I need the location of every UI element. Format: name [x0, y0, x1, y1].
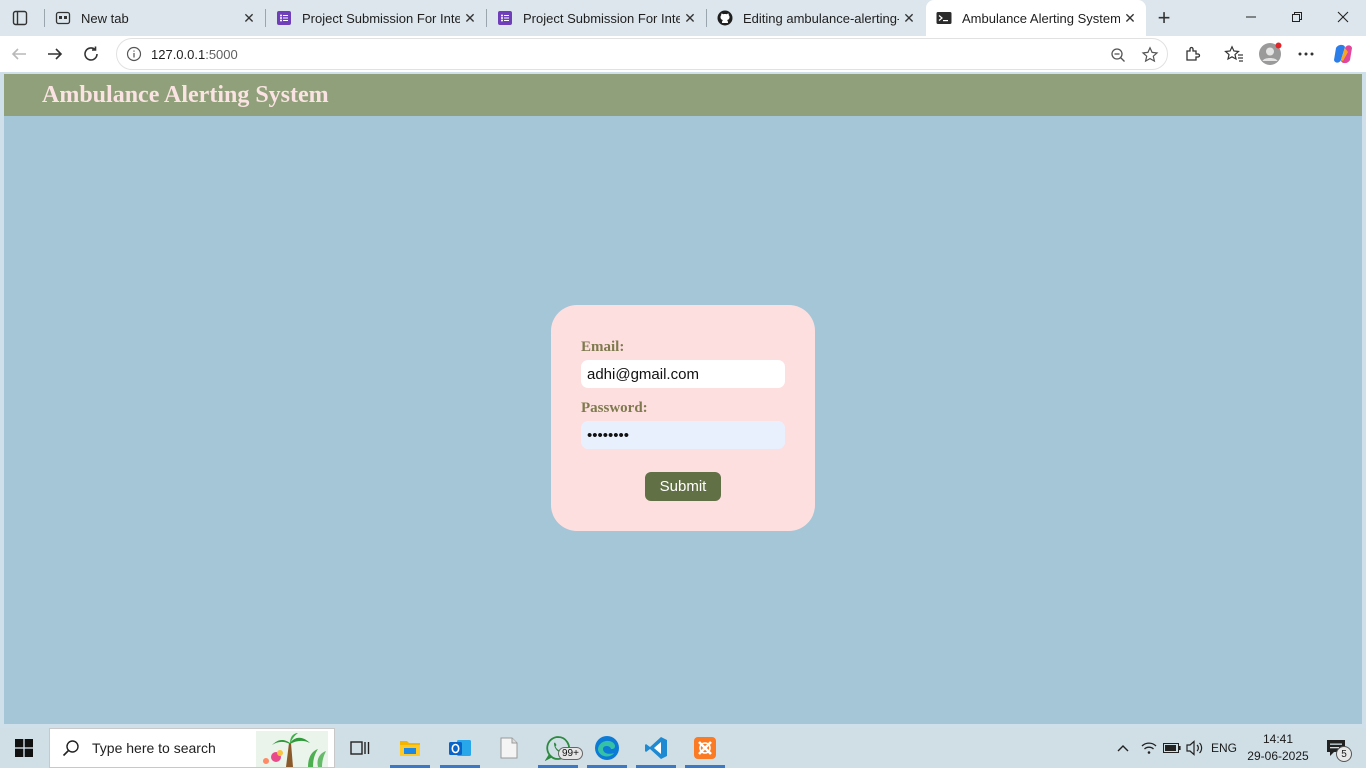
copilot-icon[interactable]	[1331, 42, 1355, 66]
url-host: 127.0.0.1	[151, 46, 206, 62]
url-text: 127.0.0.1:5000	[151, 47, 238, 62]
task-view-icon	[350, 741, 370, 755]
plus-icon: +	[1157, 5, 1171, 30]
page-viewport: Ambulance Alerting System Email: Passwor…	[4, 74, 1362, 724]
browser-toolbar: 127.0.0.1:5000	[0, 36, 1366, 72]
refresh-button[interactable]	[76, 39, 106, 69]
email-label: Email:	[581, 339, 625, 355]
search-placeholder: Type here to search	[92, 740, 216, 756]
more-options-icon[interactable]	[1294, 42, 1318, 66]
back-button[interactable]	[4, 39, 34, 69]
close-tab-icon[interactable]: ✕	[680, 8, 700, 28]
submit-button[interactable]: Submit	[645, 472, 721, 501]
profile-avatar-icon[interactable]	[1258, 42, 1282, 66]
tab-title: Editing ambulance-alerting-system	[743, 10, 899, 26]
address-bar[interactable]: 127.0.0.1:5000	[116, 38, 1168, 70]
show-hidden-icons-button[interactable]	[1112, 728, 1134, 768]
email-field[interactable]	[581, 360, 785, 388]
notepad-icon	[500, 737, 518, 759]
tab-project-submission-1[interactable]: Project Submission For Interns ✕	[266, 3, 486, 33]
new-tab-button[interactable]: +	[1150, 4, 1178, 32]
whatsapp-button[interactable]: 99+	[538, 728, 583, 768]
refresh-icon	[84, 46, 98, 61]
app-title: Ambulance Alerting System	[42, 82, 329, 108]
taskbar-clock[interactable]: 14:41 29-06-2025	[1246, 731, 1310, 765]
search-highlight-illustration	[256, 731, 328, 767]
tab-new-tab[interactable]: New tab ✕	[45, 3, 265, 33]
tab-title: Project Submission For Interns	[523, 10, 680, 26]
minimize-button[interactable]	[1228, 0, 1274, 34]
terminal-icon	[936, 10, 952, 26]
tab-title: Ambulance Alerting System	[962, 10, 1120, 26]
tab-project-submission-2[interactable]: Project Submission For Interns ✕	[487, 3, 706, 33]
login-form: Email: Password: Submit	[551, 305, 815, 531]
close-tab-icon[interactable]: ✕	[1120, 8, 1140, 28]
close-tab-icon[interactable]: ✕	[899, 8, 919, 28]
extensions-icon[interactable]	[1181, 42, 1205, 66]
taskbar-search-box[interactable]: Type here to search	[49, 728, 335, 768]
forward-button[interactable]	[40, 39, 70, 69]
site-info-icon[interactable]	[125, 45, 143, 63]
start-button[interactable]	[0, 728, 48, 768]
close-window-button[interactable]	[1320, 0, 1366, 34]
notepad-button[interactable]	[489, 728, 529, 768]
file-explorer-icon	[400, 741, 420, 756]
forms-icon	[497, 10, 513, 26]
favorites-icon[interactable]	[1222, 42, 1246, 66]
zoom-out-icon[interactable]	[1109, 46, 1127, 64]
forward-arrow-icon	[48, 48, 63, 60]
outlook-button[interactable]	[440, 728, 480, 768]
close-icon	[1337, 11, 1349, 23]
favorite-star-icon[interactable]	[1141, 46, 1159, 64]
input-language-button[interactable]: ENG	[1208, 728, 1240, 768]
outlook-icon	[449, 740, 471, 756]
tab-actions-button[interactable]	[6, 4, 34, 32]
network-button[interactable]	[1138, 728, 1160, 768]
browser-tab-strip: New tab ✕ Project Submission For Interns…	[0, 0, 1366, 36]
password-label: Password:	[581, 400, 648, 416]
url-port: :5000	[205, 46, 238, 62]
back-arrow-icon	[11, 48, 26, 60]
battery-button[interactable]	[1161, 728, 1183, 768]
vscode-button[interactable]	[636, 728, 676, 768]
whatsapp-unread-badge: 99+	[558, 747, 583, 760]
windows-logo-icon	[15, 739, 33, 757]
close-tab-icon[interactable]: ✕	[239, 8, 259, 28]
tab-actions-icon	[12, 10, 28, 26]
github-icon	[717, 10, 733, 26]
minimize-icon	[1246, 16, 1256, 18]
restore-icon	[1292, 12, 1302, 22]
tab-github-editing[interactable]: Editing ambulance-alerting-system ✕	[707, 3, 925, 33]
forms-icon	[276, 10, 292, 26]
search-icon	[62, 740, 79, 757]
vscode-icon	[645, 737, 667, 759]
windows-taskbar: Type here to search 99+ ENG 14:41 29-06-…	[0, 728, 1366, 768]
tab-ambulance-alerting-system[interactable]: Ambulance Alerting System ✕	[926, 0, 1146, 36]
notification-center-button[interactable]: 5	[1318, 728, 1354, 768]
tab-title: Project Submission For Interns	[302, 10, 460, 26]
battery-icon	[1163, 743, 1181, 753]
volume-button[interactable]	[1184, 728, 1206, 768]
edge-button[interactable]	[587, 728, 627, 768]
chevron-up-icon	[1117, 745, 1129, 752]
app-header: Ambulance Alerting System	[4, 74, 1362, 116]
restore-button[interactable]	[1274, 0, 1320, 34]
xampp-icon	[694, 737, 716, 759]
file-explorer-button[interactable]	[390, 728, 430, 768]
xampp-button[interactable]	[685, 728, 725, 768]
close-tab-icon[interactable]: ✕	[460, 8, 480, 28]
volume-icon	[1186, 740, 1203, 756]
notification-count-badge: 5	[1336, 746, 1352, 762]
tab-title: New tab	[81, 10, 129, 26]
password-field[interactable]	[581, 421, 785, 449]
clock-date: 29-06-2025	[1247, 749, 1309, 763]
task-view-button[interactable]	[340, 728, 380, 768]
clock-time: 14:41	[1262, 732, 1294, 746]
newtab-icon	[55, 10, 71, 26]
edge-icon	[595, 736, 619, 760]
wifi-icon	[1141, 742, 1157, 754]
